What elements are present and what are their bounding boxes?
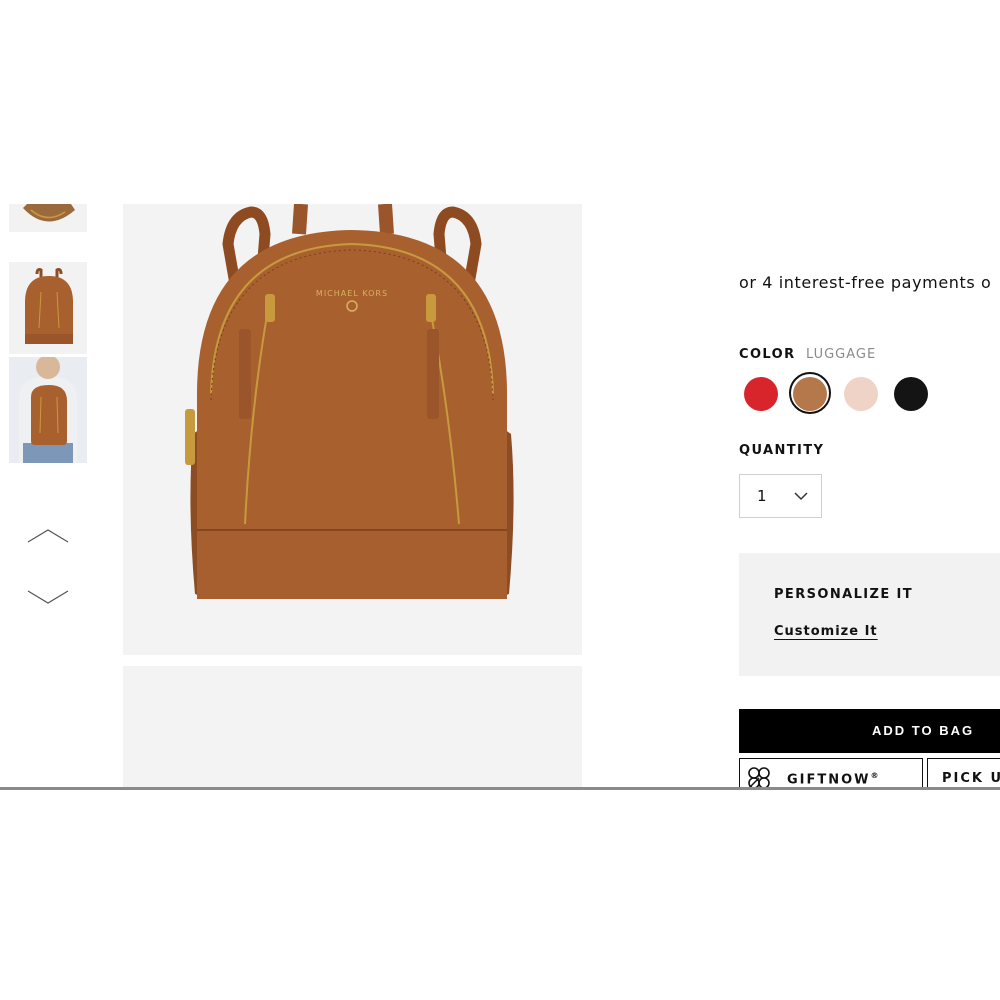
color-swatch-red[interactable] (744, 377, 778, 411)
quantity-label: QUANTITY (739, 443, 825, 458)
quantity-value: 1 (757, 487, 767, 505)
color-swatch-luggage[interactable] (793, 377, 827, 411)
secondary-product-image[interactable] (123, 666, 582, 790)
quantity-select[interactable]: 1 (739, 474, 822, 518)
thumbnail-scroll-up-button[interactable] (9, 516, 87, 556)
selected-color-name: LUGGAGE (806, 347, 877, 362)
thumbnail-1[interactable] (9, 204, 87, 232)
color-swatch-soft-pink[interactable] (844, 377, 878, 411)
thumbnail-2[interactable] (9, 262, 87, 354)
personalize-panel: PERSONALIZE IT Customize It (739, 553, 1000, 676)
gift-icon (746, 767, 770, 790)
add-to-bag-label: ADD TO BAG (872, 723, 975, 738)
installment-payments-text: or 4 interest-free payments o (739, 273, 992, 292)
pick-up-label: PICK U (942, 771, 1000, 786)
brand-logo: MICHAEL KORS (316, 289, 388, 298)
chevron-up-icon (27, 529, 69, 543)
add-to-bag-button[interactable]: ADD TO BAG (739, 709, 1000, 753)
chevron-down-icon (27, 590, 69, 604)
color-label: COLOR (739, 347, 796, 362)
screenshot-cut-divider (0, 787, 1000, 790)
main-product-image[interactable]: MICHAEL KORS (123, 204, 582, 655)
color-swatch-black[interactable] (894, 377, 928, 411)
pick-up-in-store-button[interactable]: PICK U (927, 758, 1000, 790)
chevron-down-icon (794, 492, 808, 501)
thumbnail-scroll-down-button[interactable] (9, 577, 87, 617)
screenshot-area: MICHAEL KORS or 4 interest-free payments… (0, 0, 1000, 790)
personalize-title: PERSONALIZE IT (774, 587, 914, 602)
backpack-image: MICHAEL KORS (185, 204, 514, 599)
giftnow-button[interactable]: GIFTNOW® (739, 758, 923, 790)
customize-it-link[interactable]: Customize It (774, 624, 878, 639)
thumbnail-3[interactable] (9, 357, 87, 463)
giftnow-label: GIFTNOW® (787, 771, 881, 788)
